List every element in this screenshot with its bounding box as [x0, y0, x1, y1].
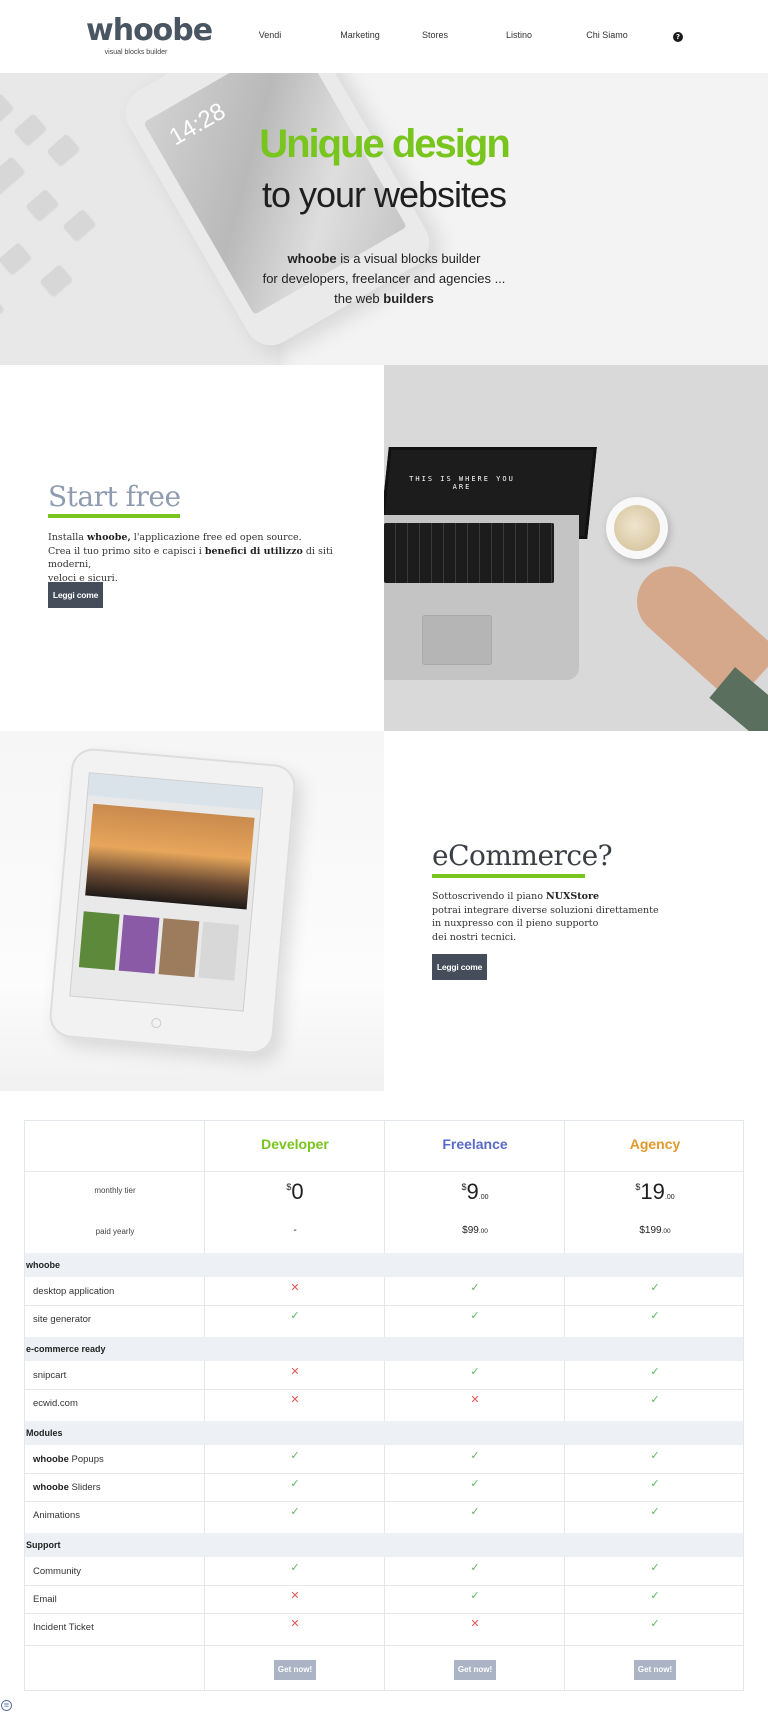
feature-group-label: e-commerce ready — [26, 1344, 106, 1354]
hero-title-highlight: Unique design — [259, 122, 511, 166]
nav-item-marketing[interactable]: Marketing — [340, 30, 380, 40]
get-now-button-developer[interactable]: Get now! — [274, 1660, 316, 1680]
cross-icon: ✕ — [470, 1617, 480, 1630]
nav-item-chi-siamo[interactable]: Chi Siamo — [586, 30, 628, 40]
cross-icon: ✕ — [290, 1617, 300, 1630]
cross-icon: ✕ — [290, 1365, 300, 1378]
feature-label: ecwid.com — [33, 1398, 78, 1409]
laptop-screen-text: THIS IS WHERE YOU ARE — [409, 475, 515, 491]
logo-text: whoobe — [86, 13, 213, 48]
check-icon: ✓ — [290, 1561, 300, 1574]
laptop-coffee-image: THIS IS WHERE YOU ARE — [384, 365, 768, 731]
start-free-section: Start free Installa whoobe, l'applicazio… — [0, 365, 384, 731]
check-icon: ✓ — [650, 1281, 660, 1294]
chat-widget-icon[interactable]: ≡ — [1, 1700, 12, 1711]
title-underline — [432, 874, 585, 878]
ecommerce-title: eCommerce? — [432, 839, 613, 872]
start-free-title: Start free — [48, 480, 181, 513]
feature-group-row — [25, 1253, 743, 1277]
tablet-image — [0, 731, 384, 1091]
feature-group-row — [25, 1533, 743, 1557]
agency-monthly-price: $19.00 — [635, 1179, 675, 1204]
feature-group-label: Modules — [26, 1428, 63, 1438]
hero-title: to your websites — [261, 174, 507, 215]
feature-group-label: whoobe — [26, 1260, 60, 1270]
top-header: whoobe visual blocks builder Vendi Marke… — [0, 0, 768, 73]
hero-tagline-1: whoobe is a visual blocks builder — [287, 251, 481, 266]
feature-label: whoobe Sliders — [33, 1482, 101, 1493]
hero-tagline-2: for developers, freelancer and agencies … — [262, 271, 506, 286]
check-icon: ✓ — [470, 1561, 480, 1574]
check-icon: ✓ — [650, 1449, 660, 1462]
feature-label: Email — [33, 1594, 57, 1605]
hero-section: 14:28 Unique design to your websites who… — [0, 73, 768, 365]
check-icon: ✓ — [470, 1477, 480, 1490]
nav-item-vendi[interactable]: Vendi — [259, 30, 282, 40]
check-icon: ✓ — [470, 1449, 480, 1462]
developer-monthly-price: $0 — [286, 1179, 304, 1204]
plan-name-agency: Agency — [629, 1136, 681, 1152]
feature-label: whoobe Popups — [33, 1454, 104, 1465]
check-icon: ✓ — [650, 1477, 660, 1490]
nav-item-stores[interactable]: Stores — [422, 30, 448, 40]
cross-icon: ✕ — [290, 1393, 300, 1406]
start-free-text: Installa whoobe, l'applicazione free ed … — [48, 532, 333, 584]
ecommerce-read-button[interactable]: Leggi come — [432, 954, 487, 980]
feature-label: Community — [33, 1566, 82, 1577]
check-icon: ✓ — [650, 1365, 660, 1378]
cross-icon: ✕ — [290, 1589, 300, 1602]
hero-tagline-3: the web builders — [334, 291, 434, 306]
check-icon: ✓ — [470, 1589, 480, 1602]
check-icon: ✓ — [470, 1505, 480, 1518]
agency-yearly-price: $199.00 — [639, 1225, 671, 1236]
get-now-button-agency[interactable]: Get now! — [634, 1660, 676, 1680]
cross-icon: ✕ — [470, 1393, 480, 1406]
logo[interactable]: whoobe visual blocks builder — [86, 13, 213, 58]
check-icon: ✓ — [650, 1617, 660, 1630]
plan-name-freelance: Freelance — [442, 1136, 508, 1152]
check-icon: ✓ — [650, 1561, 660, 1574]
get-now-button-freelance[interactable]: Get now! — [454, 1660, 496, 1680]
feature-label: snipcart — [33, 1370, 67, 1381]
check-icon: ✓ — [470, 1309, 480, 1322]
freelance-yearly-price: $99.00 — [462, 1225, 488, 1236]
monthly-tier-label: monthly tier — [94, 1186, 136, 1195]
pricing-table: Developer Freelance Agency monthly tier … — [24, 1120, 744, 1691]
ecommerce-section: eCommerce? Sottoscrivendo il piano NUXSt… — [384, 731, 768, 1091]
check-icon: ✓ — [650, 1505, 660, 1518]
check-icon: ✓ — [650, 1393, 660, 1406]
check-icon: ✓ — [290, 1477, 300, 1490]
cross-icon: ✕ — [290, 1281, 300, 1294]
paid-yearly-label: paid yearly — [95, 1227, 135, 1236]
check-icon: ✓ — [290, 1449, 300, 1462]
logo-subtitle: visual blocks builder — [104, 49, 168, 56]
feature-group-row — [25, 1421, 743, 1445]
ecommerce-text: Sottoscrivendo il piano NUXStore potrai … — [432, 891, 659, 943]
freelance-monthly-price: $9.00 — [461, 1179, 489, 1204]
check-icon: ✓ — [290, 1309, 300, 1322]
developer-yearly-price: - — [293, 1225, 297, 1236]
feature-group-label: Support — [26, 1540, 61, 1550]
check-icon: ✓ — [650, 1309, 660, 1322]
help-icon[interactable]: ? — [673, 32, 683, 42]
plan-name-developer: Developer — [261, 1136, 329, 1152]
start-free-read-button[interactable]: Leggi come — [48, 582, 103, 608]
check-icon: ✓ — [650, 1589, 660, 1602]
check-icon: ✓ — [470, 1365, 480, 1378]
feature-label: site generator — [33, 1314, 92, 1325]
title-underline — [48, 514, 180, 518]
check-icon: ✓ — [290, 1505, 300, 1518]
feature-label: Animations — [33, 1510, 80, 1521]
feature-group-row — [25, 1337, 743, 1361]
check-icon: ✓ — [470, 1281, 480, 1294]
nav-item-listino[interactable]: Listino — [506, 30, 532, 40]
feature-label: Incident Ticket — [33, 1622, 94, 1633]
feature-label: desktop application — [33, 1286, 115, 1297]
